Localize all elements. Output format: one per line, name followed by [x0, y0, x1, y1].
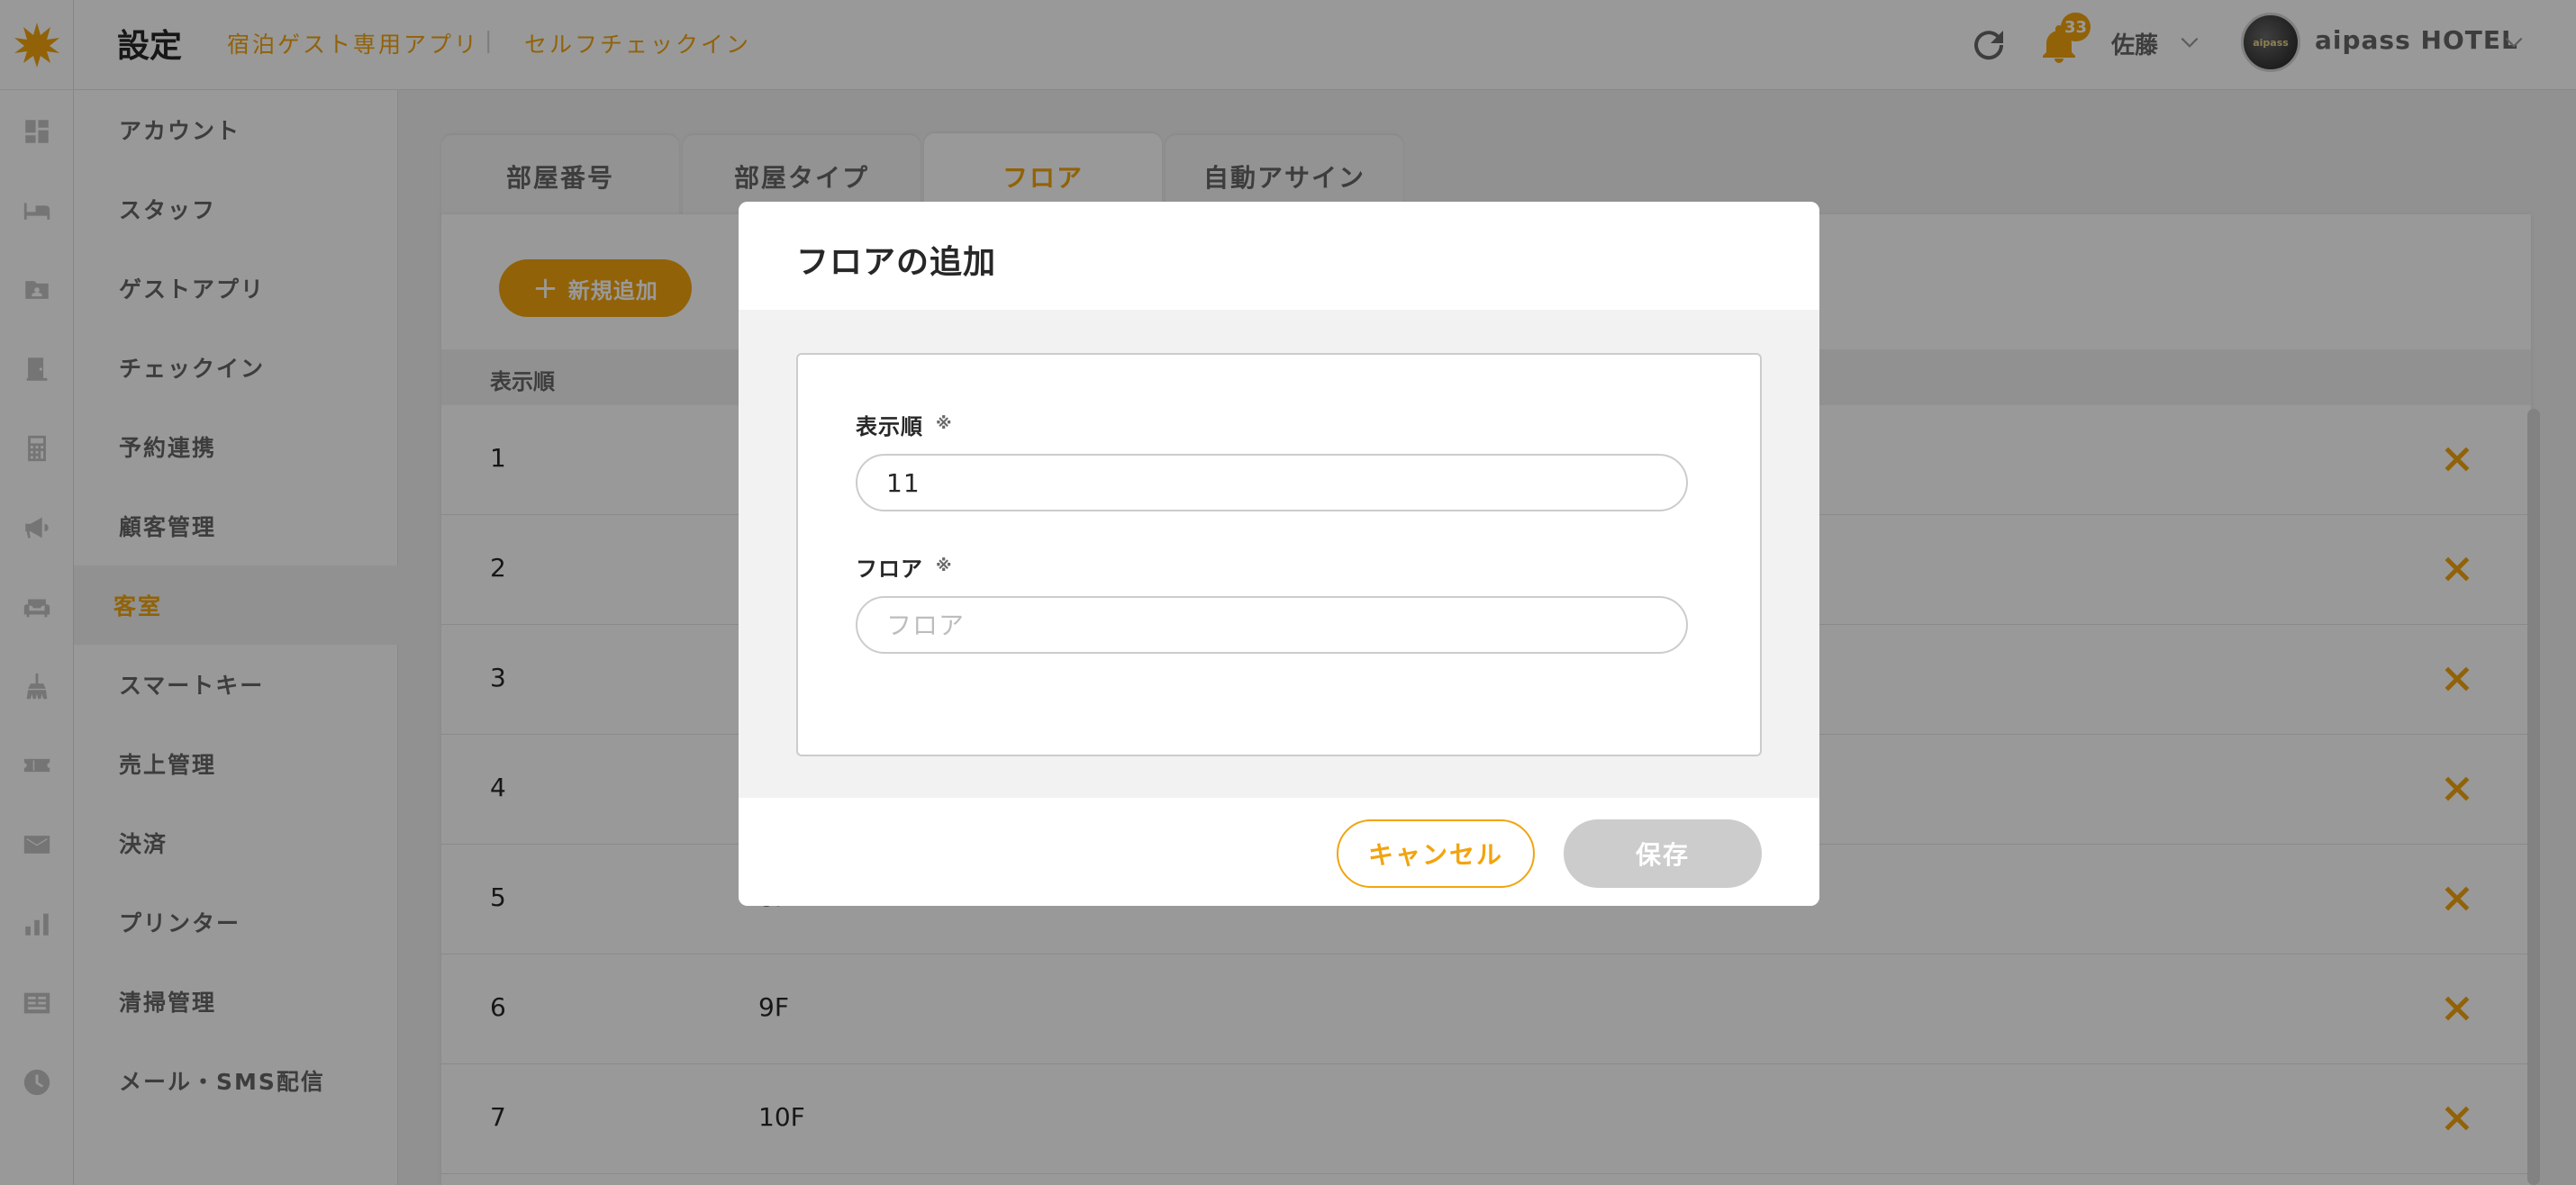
- order-label-text: 表示順: [856, 414, 923, 439]
- modal-form-card: 表示順 ※ フロア ※: [796, 353, 1762, 756]
- floor-label: フロア ※: [856, 551, 953, 583]
- order-label: 表示順 ※: [856, 409, 953, 440]
- cancel-button[interactable]: キャンセル: [1337, 819, 1535, 888]
- required-mark: ※: [936, 414, 953, 433]
- modal-footer: キャンセル 保存: [739, 798, 1819, 906]
- floor-label-text: フロア: [856, 556, 923, 582]
- modal-title: フロアの追加: [796, 244, 997, 281]
- required-mark: ※: [936, 556, 953, 575]
- add-floor-modal: フロアの追加 表示順 ※ フロア ※ キャンセル 保存: [739, 202, 1819, 906]
- floor-input[interactable]: [856, 596, 1688, 654]
- save-button[interactable]: 保存: [1564, 819, 1762, 888]
- order-input[interactable]: [856, 454, 1688, 511]
- modal-header: フロアの追加: [739, 202, 1819, 310]
